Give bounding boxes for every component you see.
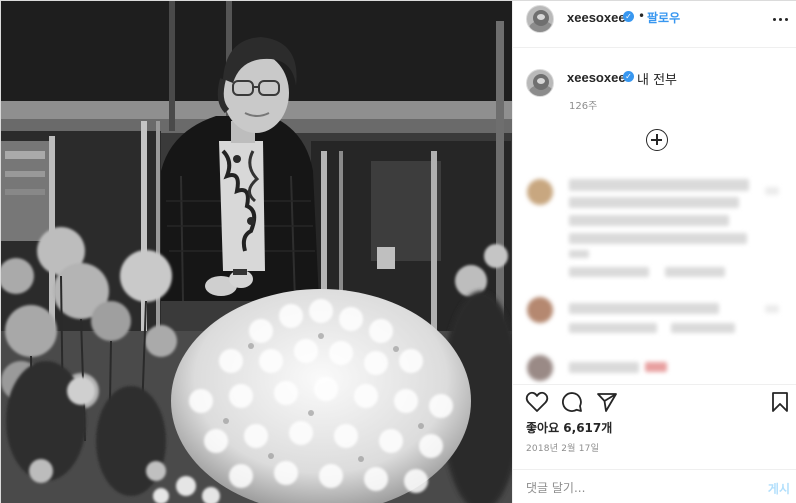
comment-bubble-icon[interactable] — [561, 391, 583, 413]
photo-image — [1, 1, 512, 503]
header-username[interactable]: xeesoxee — [567, 10, 626, 25]
comment-blurred-meta — [569, 267, 649, 277]
comment-input[interactable] — [526, 479, 746, 497]
comment-avatar[interactable] — [527, 297, 553, 323]
comment-blurred-meta — [671, 323, 735, 333]
bookmark-icon[interactable] — [770, 391, 790, 413]
separator-dot: • — [638, 9, 646, 23]
comment-bar: 게시 — [513, 469, 796, 503]
comment-blurred-meta — [569, 323, 657, 333]
post-date[interactable]: 2018년 2월 17일 — [526, 441, 599, 454]
verified-badge-icon: ✓ — [623, 11, 634, 22]
comment-blurred-text — [569, 197, 739, 208]
comment-like-icon[interactable] — [765, 187, 779, 195]
comment-like-icon[interactable] — [765, 305, 779, 313]
caption-avatar[interactable] — [526, 69, 554, 97]
paper-plane-icon[interactable] — [596, 391, 618, 413]
comment-avatar[interactable] — [527, 179, 553, 205]
comment-blurred-text — [569, 215, 729, 226]
comment-blurred-text — [569, 233, 747, 244]
likes-count[interactable]: 좋아요 6,617개 — [526, 419, 612, 436]
comment-blurred-meta — [665, 267, 725, 277]
more-options-icon[interactable] — [772, 11, 790, 29]
caption-time-ago[interactable]: 126주 — [569, 97, 597, 112]
comment-blurred-text — [569, 250, 589, 258]
follow-button[interactable]: 팔로우 — [647, 9, 680, 26]
comment-blurred-emoji — [645, 362, 667, 372]
caption-username[interactable]: xeesoxee — [567, 70, 626, 85]
post-side-panel: xeesoxee ✓ • 팔로우 xeesoxee ✓ 내 전부 126주 좋아… — [512, 1, 796, 503]
heart-icon[interactable] — [525, 391, 549, 413]
instagram-post: xeesoxee ✓ • 팔로우 xeesoxee ✓ 내 전부 126주 좋아… — [0, 0, 796, 503]
plus-circle-icon[interactable] — [646, 129, 668, 151]
post-photo[interactable] — [1, 1, 512, 503]
comment-blurred-text — [569, 303, 719, 314]
action-divider — [513, 384, 796, 385]
caption-verified-icon: ✓ — [623, 71, 634, 82]
avatar[interactable] — [526, 5, 554, 33]
post-comment-button[interactable]: 게시 — [768, 480, 790, 497]
comment-avatar[interactable] — [527, 355, 553, 381]
caption-text: 내 전부 — [637, 73, 678, 88]
post-header: xeesoxee ✓ • 팔로우 — [513, 1, 796, 48]
comment-blurred-text — [569, 362, 639, 373]
comment-blurred-text — [569, 179, 749, 191]
